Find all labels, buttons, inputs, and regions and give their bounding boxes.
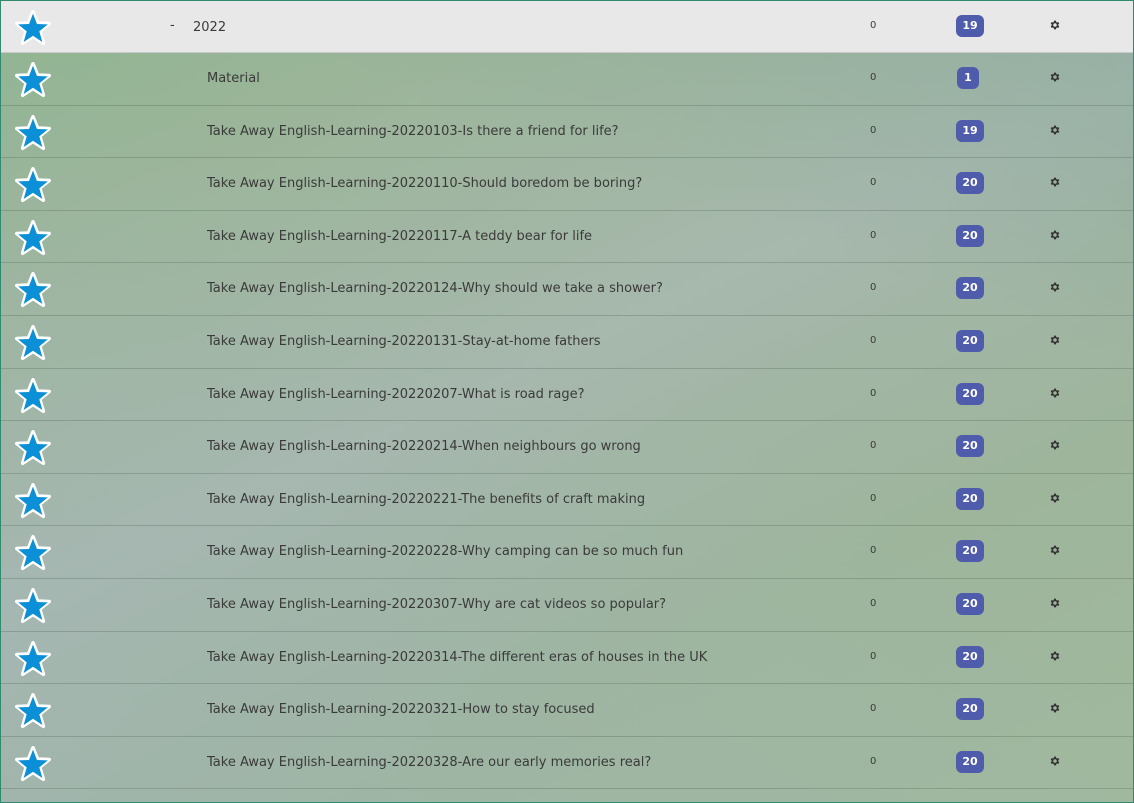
star-icon[interactable]	[15, 587, 51, 624]
new-count: 0	[870, 282, 877, 294]
star-icon[interactable]	[15, 430, 51, 466]
due-count-badge: 1	[957, 67, 979, 89]
new-count: 0	[870, 492, 877, 504]
due-count-badge: 20	[956, 487, 984, 510]
deck-title[interactable]: Take Away English-Learning-20220131-Stay…	[207, 334, 601, 349]
deck-title[interactable]: Take Away English-Learning-20220321-How …	[207, 702, 595, 717]
gear-icon[interactable]	[1049, 544, 1061, 556]
deck-row-parent[interactable]: - 2022 0 19	[1, 1, 1133, 53]
new-count: 0	[870, 229, 877, 241]
new-count: 0	[870, 387, 877, 399]
gear-icon[interactable]	[1049, 124, 1061, 136]
deck-title[interactable]: 2022	[193, 20, 226, 35]
deck-row[interactable]: Take Away English-Learning-20220321-How …	[1, 684, 1133, 737]
new-count: 0	[870, 545, 877, 557]
collapse-toggle[interactable]: -	[170, 18, 175, 33]
gear-icon[interactable]	[1049, 176, 1061, 188]
deck-row[interactable]: Take Away English-Learning-20220314-The …	[1, 632, 1133, 685]
due-count-badge: 20	[956, 698, 984, 721]
new-count: 0	[870, 177, 877, 189]
star-icon[interactable]	[15, 535, 51, 571]
deck-row[interactable]: Material 0 1	[1, 53, 1133, 106]
gear-icon[interactable]	[1049, 597, 1061, 609]
deck-list: - 2022 0 19 Material 0 1 Take Away Engli…	[1, 1, 1133, 790]
deck-title[interactable]: Take Away English-Learning-20220110-Shou…	[207, 176, 642, 191]
new-count: 0	[870, 650, 877, 662]
deck-title[interactable]: Take Away English-Learning-20220214-When…	[207, 439, 641, 454]
due-count-badge: 20	[956, 592, 984, 615]
due-count-badge: 20	[956, 540, 984, 563]
star-icon[interactable]	[15, 272, 51, 308]
due-count-badge: 20	[956, 382, 984, 405]
gear-icon[interactable]	[1049, 439, 1061, 451]
gear-icon[interactable]	[1049, 71, 1061, 83]
star-icon[interactable]	[15, 62, 51, 98]
deck-title[interactable]: Take Away English-Learning-20220228-Why …	[207, 544, 683, 559]
due-count-badge: 20	[956, 645, 984, 668]
star-icon[interactable]	[15, 114, 51, 151]
deck-title[interactable]: Take Away English-Learning-20220103-Is t…	[207, 124, 619, 139]
deck-row[interactable]: Take Away English-Learning-20220228-Why …	[1, 526, 1133, 579]
due-count-badge: 20	[956, 329, 984, 352]
gear-icon[interactable]	[1049, 387, 1061, 399]
due-count-badge: 20	[956, 224, 984, 247]
gear-icon[interactable]	[1049, 19, 1061, 31]
new-count: 0	[870, 755, 877, 767]
star-icon[interactable]	[15, 693, 51, 729]
new-count: 0	[870, 334, 877, 346]
star-icon[interactable]	[15, 745, 51, 782]
due-count-badge: 20	[956, 277, 984, 300]
gear-icon[interactable]	[1049, 492, 1061, 504]
deck-row[interactable]: Take Away English-Learning-20220307-Why …	[1, 579, 1133, 632]
new-count: 0	[870, 124, 877, 136]
deck-row[interactable]: Take Away English-Learning-20220124-Why …	[1, 263, 1133, 316]
deck-row[interactable]: Take Away English-Learning-20220131-Stay…	[1, 316, 1133, 369]
due-count-badge: 20	[956, 172, 984, 195]
deck-list-frame: - 2022 0 19 Material 0 1 Take Away Engli…	[0, 0, 1134, 803]
deck-row[interactable]: Take Away English-Learning-20220103-Is t…	[1, 106, 1133, 159]
gear-icon[interactable]	[1049, 755, 1061, 767]
gear-icon[interactable]	[1049, 650, 1061, 662]
star-icon[interactable]	[15, 10, 51, 46]
deck-title[interactable]: Take Away English-Learning-20220307-Why …	[207, 597, 666, 612]
due-count-badge: 20	[956, 750, 984, 773]
gear-icon[interactable]	[1049, 229, 1061, 241]
deck-title[interactable]: Take Away English-Learning-20220124-Why …	[207, 281, 663, 296]
deck-title[interactable]: Take Away English-Learning-20220314-The …	[207, 650, 707, 665]
star-icon[interactable]	[15, 640, 51, 677]
deck-row[interactable]: Take Away English-Learning-20220221-The …	[1, 474, 1133, 527]
deck-title[interactable]: Take Away English-Learning-20220117-A te…	[207, 229, 592, 244]
deck-title[interactable]: Take Away English-Learning-20220221-The …	[207, 492, 645, 507]
new-count: 0	[870, 440, 877, 452]
deck-row[interactable]: Take Away English-Learning-20220117-A te…	[1, 211, 1133, 264]
gear-icon[interactable]	[1049, 281, 1061, 293]
star-icon[interactable]	[15, 324, 51, 361]
deck-row[interactable]: Take Away English-Learning-20220328-Are …	[1, 737, 1133, 790]
deck-title[interactable]: Take Away English-Learning-20220328-Are …	[207, 755, 651, 770]
deck-row[interactable]: Take Away English-Learning-20220214-When…	[1, 421, 1133, 474]
deck-title[interactable]: Take Away English-Learning-20220207-What…	[207, 387, 584, 402]
deck-row[interactable]: Take Away English-Learning-20220110-Shou…	[1, 158, 1133, 211]
deck-row[interactable]: Take Away English-Learning-20220207-What…	[1, 369, 1133, 422]
star-icon[interactable]	[15, 167, 51, 203]
new-count: 0	[870, 703, 877, 715]
new-count: 0	[870, 72, 877, 83]
star-icon[interactable]	[15, 219, 51, 256]
due-count-badge: 19	[956, 119, 984, 142]
star-icon[interactable]	[15, 482, 51, 519]
star-icon[interactable]	[15, 377, 51, 414]
new-count: 0	[870, 20, 877, 31]
gear-icon[interactable]	[1049, 702, 1061, 714]
deck-rows: Material 0 1 Take Away English-Learning-…	[1, 53, 1133, 790]
due-count-badge: 20	[956, 435, 984, 458]
gear-icon[interactable]	[1049, 334, 1061, 346]
due-count-badge: 19	[956, 15, 984, 37]
new-count: 0	[870, 597, 877, 609]
deck-title[interactable]: Material	[207, 71, 260, 86]
